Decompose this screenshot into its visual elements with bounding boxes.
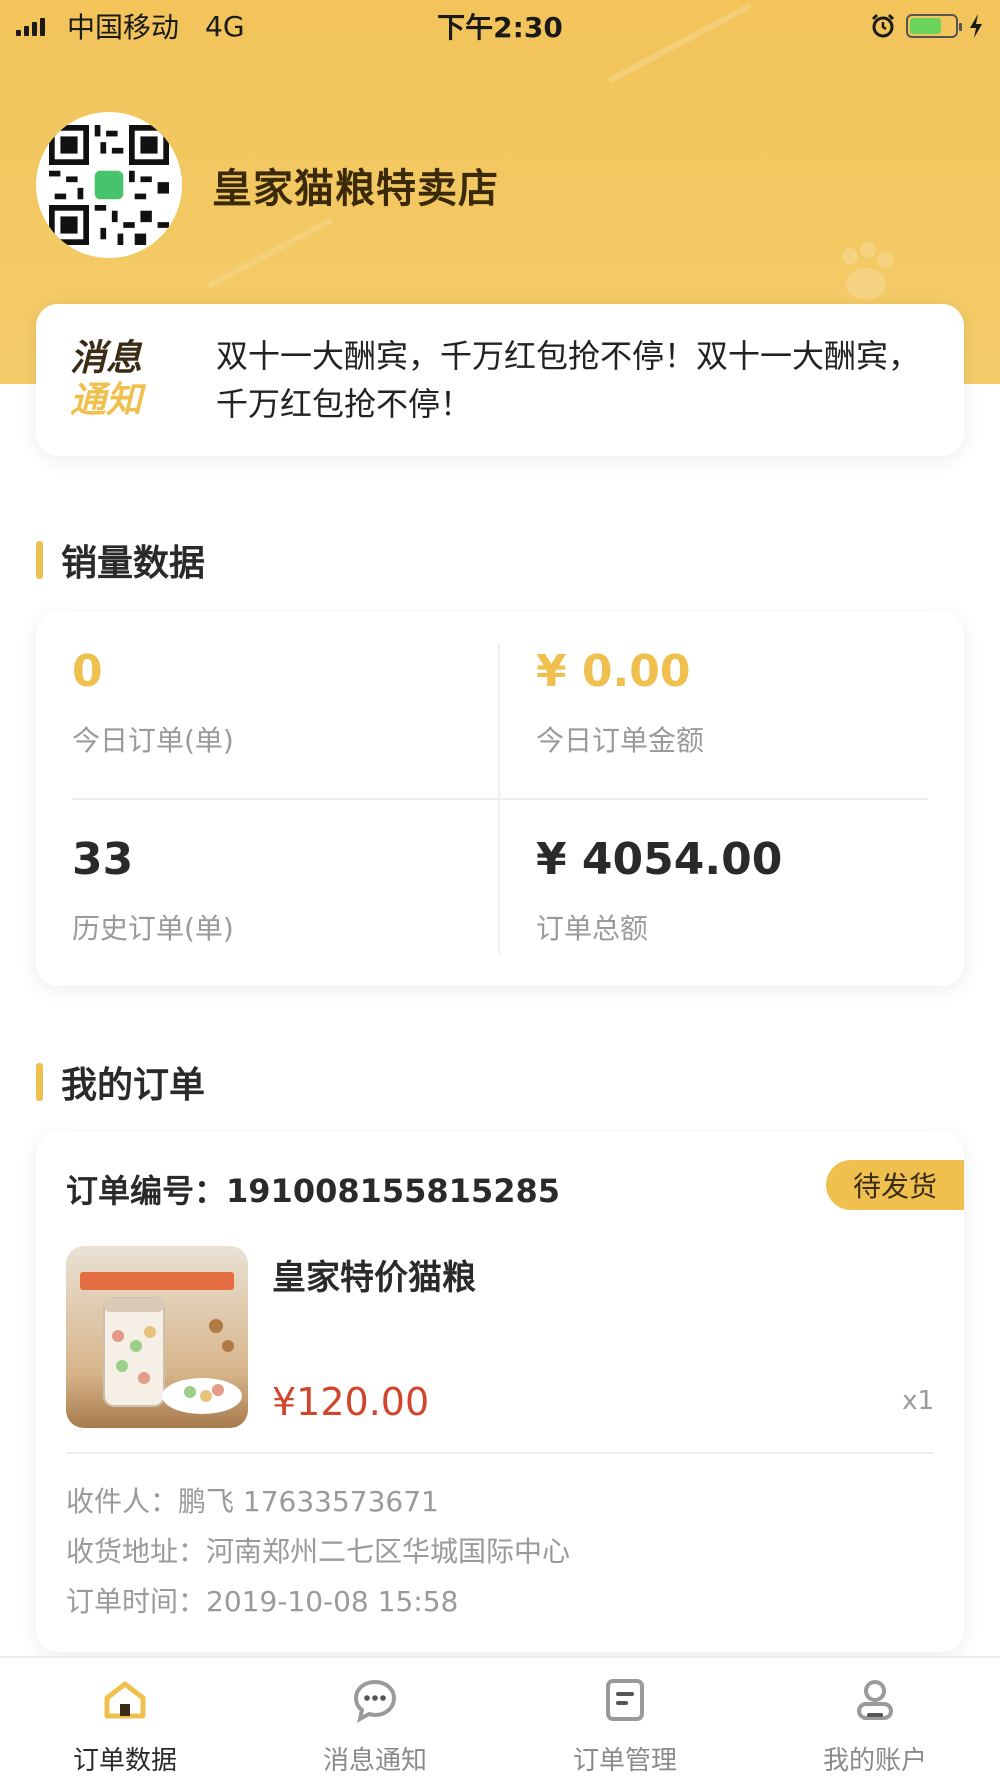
order-number: 订单编号：191008155815285 bbox=[66, 1166, 560, 1212]
order-number-label: 订单编号： bbox=[66, 1172, 227, 1210]
status-bar: 中国移动 4G 下午2:30 bbox=[0, 0, 1000, 52]
order-time: 订单时间：2019-10-08 15:58 bbox=[66, 1580, 458, 1620]
time-value: 2019-10-08 15:58 bbox=[206, 1585, 459, 1618]
tab-my-account[interactable]: 我的账户 bbox=[750, 1658, 1000, 1778]
stat-total-amount: ¥ 4054.00 订单总额 bbox=[536, 834, 936, 947]
orders-section-title: 我的订单 bbox=[36, 1056, 205, 1108]
total-amount-value: ¥ 4054.00 bbox=[536, 834, 783, 885]
stats-divider-horizontal bbox=[72, 798, 928, 800]
store-qr-code[interactable] bbox=[36, 112, 182, 258]
stat-today-amount: ¥ 0.00 今日订单金额 bbox=[536, 646, 936, 759]
order-divider bbox=[66, 1452, 934, 1454]
notice-text: 双十一大酬宾，千万红包抢不停！双十一大酬宾，千万红包抢不停！ bbox=[216, 337, 921, 423]
tab-order-management[interactable]: 订单管理 bbox=[500, 1658, 750, 1778]
stat-history-orders: 33 历史订单(单) bbox=[72, 834, 472, 947]
order-address: 收货地址：河南郑州二七区华城国际中心 bbox=[66, 1530, 570, 1570]
order-number-value: 191008155815285 bbox=[226, 1172, 560, 1210]
section-accent-bar bbox=[36, 541, 43, 579]
notice-badge: 消息 通知 bbox=[70, 338, 166, 422]
total-amount-label: 订单总额 bbox=[536, 912, 649, 945]
notice-badge-line2: 通知 bbox=[70, 380, 143, 421]
carrier-name: 中国移动 bbox=[67, 11, 180, 44]
today-orders-label: 今日订单(单) bbox=[72, 724, 234, 757]
address-value: 河南郑州二七区华城国际中心 bbox=[206, 1535, 571, 1568]
order-recipient: 收件人：鹏飞 17633573671 bbox=[66, 1480, 439, 1520]
tab-label: 消息通知 bbox=[322, 1746, 427, 1776]
product-quantity: x1 bbox=[902, 1386, 934, 1416]
order-status-badge: 待发货 bbox=[826, 1160, 964, 1210]
user-icon bbox=[857, 1680, 893, 1720]
time-label: 订单时间： bbox=[66, 1585, 207, 1618]
network-type: 4G bbox=[205, 9, 245, 43]
chat-bubble-icon bbox=[353, 1679, 397, 1723]
recipient-label: 收件人： bbox=[66, 1485, 179, 1518]
alarm-icon bbox=[871, 13, 895, 38]
section-accent-bar bbox=[36, 1063, 43, 1101]
home-icon bbox=[104, 1681, 146, 1719]
product-name: 皇家特价猫粮 bbox=[272, 1258, 476, 1298]
orders-title-text: 我的订单 bbox=[61, 1065, 206, 1106]
status-left: 中国移动 4G bbox=[16, 6, 245, 46]
product-price: ¥120.00 bbox=[272, 1380, 430, 1424]
stat-today-orders: 0 今日订单(单) bbox=[72, 646, 472, 759]
battery-icon bbox=[906, 14, 962, 38]
paw-icon bbox=[842, 242, 893, 300]
product-image bbox=[66, 1246, 248, 1428]
product-photo bbox=[80, 1272, 242, 1414]
address-label: 收货地址： bbox=[66, 1535, 207, 1568]
tab-label: 订单管理 bbox=[572, 1746, 677, 1776]
sales-section-title: 销量数据 bbox=[36, 534, 205, 586]
tab-messages[interactable]: 消息通知 bbox=[250, 1658, 500, 1778]
notice-card[interactable]: 消息 通知 双十一大酬宾，千万红包抢不停！双十一大酬宾，千万红包抢不停！ bbox=[36, 304, 964, 456]
tab-label: 我的账户 bbox=[822, 1746, 927, 1776]
status-right bbox=[870, 13, 984, 39]
signal-icon bbox=[16, 16, 45, 36]
bottom-tab-bar: 订单数据 消息通知 订单管理 我的账户 bbox=[0, 1656, 1000, 1778]
history-orders-value: 33 bbox=[72, 834, 134, 885]
store-info: 皇家猫粮特卖店 bbox=[36, 112, 499, 258]
store-name: 皇家猫粮特卖店 bbox=[212, 166, 499, 212]
charging-icon bbox=[970, 14, 982, 38]
sales-stats-card: 0 今日订单(单) ¥ 0.00 今日订单金额 33 历史订单(单) ¥ 405… bbox=[36, 612, 964, 986]
tab-order-data[interactable]: 订单数据 bbox=[0, 1658, 250, 1778]
today-amount-value: ¥ 0.00 bbox=[536, 646, 691, 697]
sales-title-text: 销量数据 bbox=[61, 543, 206, 584]
tab-label: 订单数据 bbox=[72, 1746, 177, 1776]
document-icon bbox=[606, 1679, 644, 1721]
order-card[interactable]: 订单编号：191008155815285 待发货 皇家特价猫粮 ¥120.00 … bbox=[36, 1132, 964, 1652]
qr-code-icon bbox=[49, 125, 169, 245]
today-amount-label: 今日订单金额 bbox=[536, 724, 705, 757]
history-orders-label: 历史订单(单) bbox=[72, 912, 234, 945]
recipient-value: 鹏飞 17633573671 bbox=[178, 1485, 439, 1518]
notice-badge-line1: 消息 bbox=[70, 338, 143, 379]
today-orders-value: 0 bbox=[72, 646, 103, 697]
